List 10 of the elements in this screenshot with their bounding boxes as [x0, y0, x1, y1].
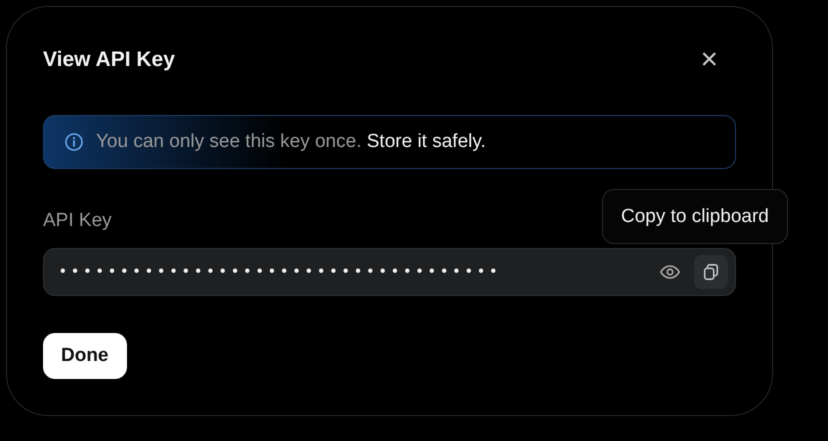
key-field[interactable]: ••••••••••••••••••••••••••••••••••••: [43, 248, 736, 296]
copy-icon: [702, 263, 720, 281]
copy-button[interactable]: [694, 255, 728, 289]
info-icon: [64, 132, 84, 152]
tooltip: Copy to clipboard: [602, 189, 788, 244]
field-label: API Key: [43, 210, 112, 232]
dialog-title: View API Key: [43, 48, 175, 72]
done-button[interactable]: Done: [43, 333, 126, 379]
info-message: You can only see this key once. Store it safely.: [96, 131, 486, 153]
close-button[interactable]: ×: [696, 45, 722, 75]
